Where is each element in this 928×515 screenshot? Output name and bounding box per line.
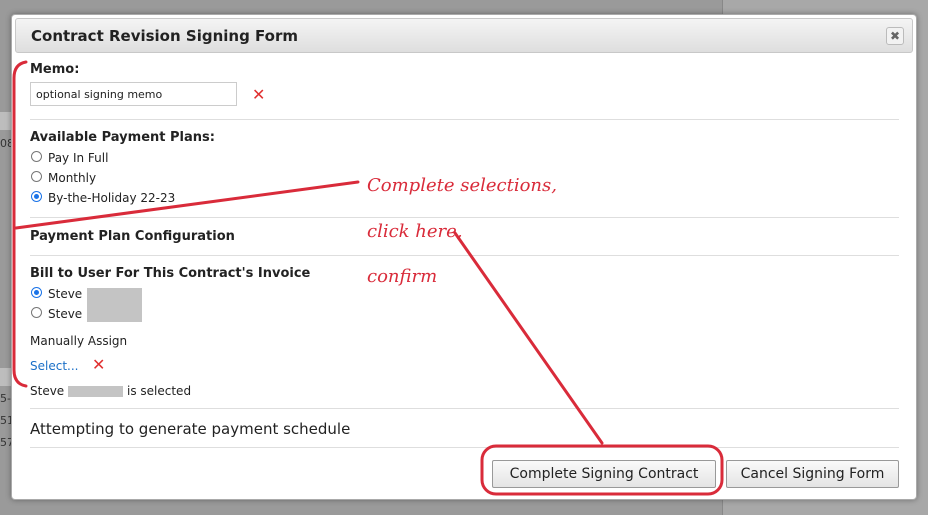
annotation-text-line-1: Complete selections, (367, 175, 557, 196)
annotation-overlay (12, 60, 724, 496)
annotation-pointer-line (14, 180, 360, 230)
annotation-bracket (12, 60, 28, 388)
annotation-text-line-3: confirm (367, 266, 438, 287)
annotation-text-line-2: click here, (367, 221, 463, 242)
annotation-arrow-line (453, 231, 604, 445)
annotation-highlight-ring (480, 444, 724, 496)
